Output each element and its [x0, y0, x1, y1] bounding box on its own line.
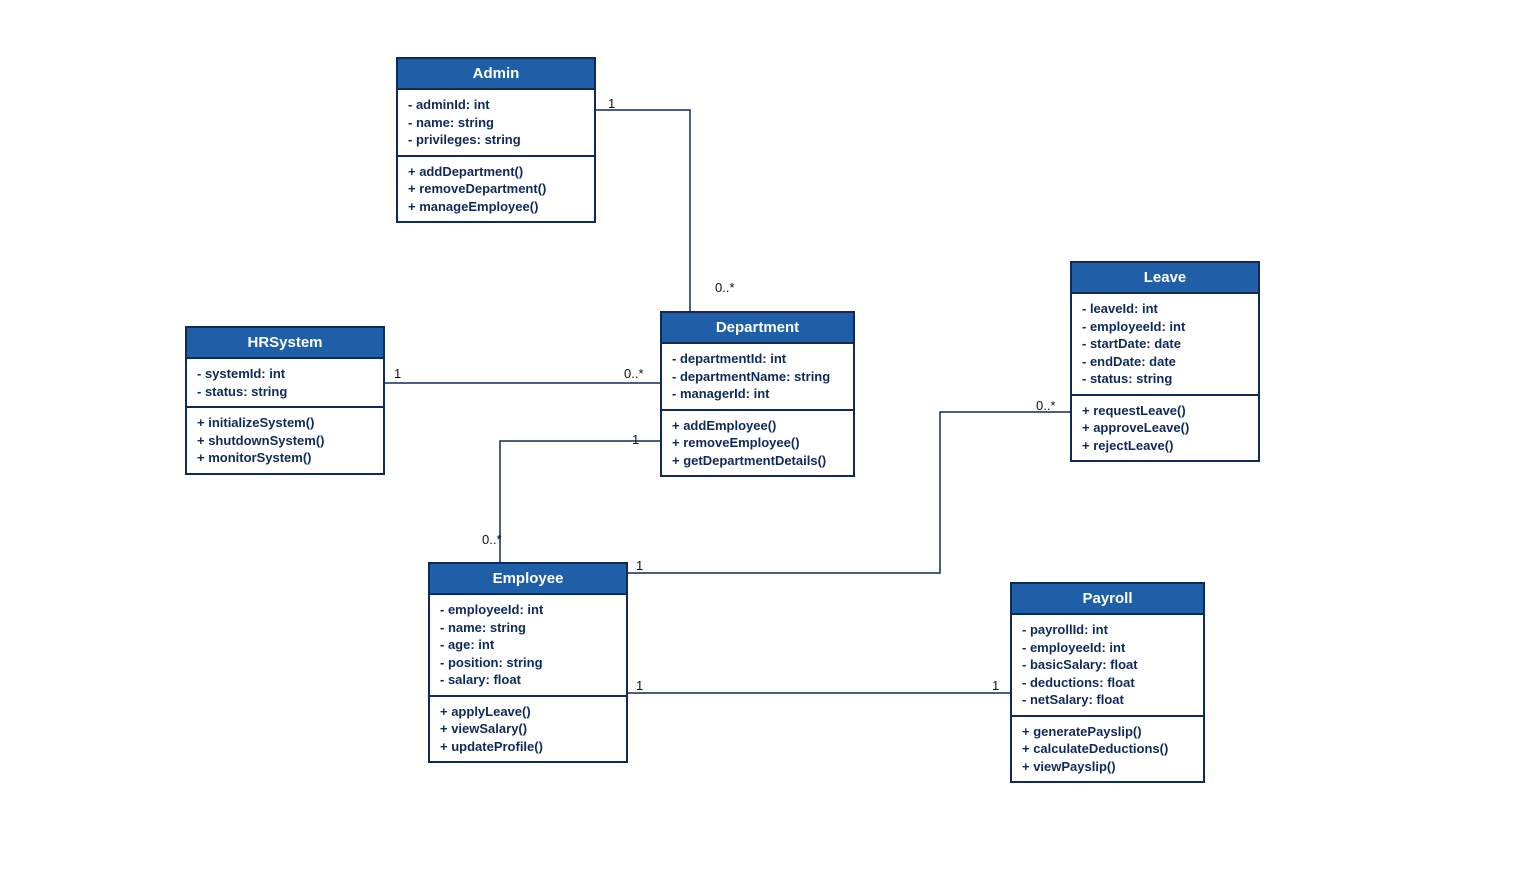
class-attributes: - leaveId: int - employeeId: int - start…	[1072, 294, 1258, 394]
attr: - departmentName: string	[672, 368, 843, 386]
mult-hr-1: 1	[394, 366, 401, 381]
method: + calculateDeductions()	[1022, 740, 1193, 758]
attr: - employeeId: int	[1082, 318, 1248, 336]
attr: - payrollId: int	[1022, 621, 1193, 639]
attr: - name: string	[440, 619, 616, 637]
attr: - employeeId: int	[440, 601, 616, 619]
attr: - endDate: date	[1082, 353, 1248, 371]
method: + viewSalary()	[440, 720, 616, 738]
class-attributes: - systemId: int - status: string	[187, 359, 383, 406]
mult-dept-1: 1	[632, 432, 639, 447]
method: + removeDepartment()	[408, 180, 584, 198]
class-attributes: - adminId: int - name: string - privileg…	[398, 90, 594, 155]
method: + generatePayslip()	[1022, 723, 1193, 741]
attr: - startDate: date	[1082, 335, 1248, 353]
attr: - age: int	[440, 636, 616, 654]
attr: - status: string	[197, 383, 373, 401]
method: + removeEmployee()	[672, 434, 843, 452]
attr: - salary: float	[440, 671, 616, 689]
attr: - managerId: int	[672, 385, 843, 403]
attr: - name: string	[408, 114, 584, 132]
mult-admin-1: 1	[608, 96, 615, 111]
class-department: Department - departmentId: int - departm…	[660, 311, 855, 477]
class-title: Admin	[398, 59, 594, 90]
method: + addEmployee()	[672, 417, 843, 435]
class-methods: + requestLeave() + approveLeave() + reje…	[1072, 394, 1258, 461]
attr: - employeeId: int	[1022, 639, 1193, 657]
class-admin: Admin - adminId: int - name: string - pr…	[396, 57, 596, 223]
method: + manageEmployee()	[408, 198, 584, 216]
mult-hr-n: 0..*	[624, 366, 644, 381]
mult-emp-leave-n: 0..*	[1036, 398, 1056, 413]
method: + getDepartmentDetails()	[672, 452, 843, 470]
class-methods: + applyLeave() + viewSalary() + updatePr…	[430, 695, 626, 762]
mult-emp-leave-1: 1	[636, 558, 643, 573]
class-attributes: - employeeId: int - name: string - age: …	[430, 595, 626, 695]
attr: - adminId: int	[408, 96, 584, 114]
attr: - netSalary: float	[1022, 691, 1193, 709]
class-methods: + initializeSystem() + shutdownSystem() …	[187, 406, 383, 473]
class-hrsystem: HRSystem - systemId: int - status: strin…	[185, 326, 385, 475]
method: + requestLeave()	[1082, 402, 1248, 420]
method: + rejectLeave()	[1082, 437, 1248, 455]
method: + monitorSystem()	[197, 449, 373, 467]
method: + updateProfile()	[440, 738, 616, 756]
class-methods: + generatePayslip() + calculateDeduction…	[1012, 715, 1203, 782]
method: + shutdownSystem()	[197, 432, 373, 450]
method: + addDepartment()	[408, 163, 584, 181]
attr: - privileges: string	[408, 131, 584, 149]
mult-emp-payroll-a: 1	[636, 678, 643, 693]
attr: - position: string	[440, 654, 616, 672]
attr: - systemId: int	[197, 365, 373, 383]
class-methods: + addEmployee() + removeEmployee() + get…	[662, 409, 853, 476]
attr: - status: string	[1082, 370, 1248, 388]
mult-dept-n: 0..*	[482, 532, 502, 547]
method: + approveLeave()	[1082, 419, 1248, 437]
mult-admin-n: 0..*	[715, 280, 735, 295]
class-employee: Employee - employeeId: int - name: strin…	[428, 562, 628, 763]
class-attributes: - departmentId: int - departmentName: st…	[662, 344, 853, 409]
class-title: Employee	[430, 564, 626, 595]
class-title: Leave	[1072, 263, 1258, 294]
method: + initializeSystem()	[197, 414, 373, 432]
class-title: Department	[662, 313, 853, 344]
class-leave: Leave - leaveId: int - employeeId: int -…	[1070, 261, 1260, 462]
class-methods: + addDepartment() + removeDepartment() +…	[398, 155, 594, 222]
attr: - basicSalary: float	[1022, 656, 1193, 674]
class-title: Payroll	[1012, 584, 1203, 615]
mult-emp-payroll-b: 1	[992, 678, 999, 693]
method: + viewPayslip()	[1022, 758, 1193, 776]
class-payroll: Payroll - payrollId: int - employeeId: i…	[1010, 582, 1205, 783]
method: + applyLeave()	[440, 703, 616, 721]
attr: - deductions: float	[1022, 674, 1193, 692]
attr: - departmentId: int	[672, 350, 843, 368]
attr: - leaveId: int	[1082, 300, 1248, 318]
class-title: HRSystem	[187, 328, 383, 359]
uml-canvas: Admin - adminId: int - name: string - pr…	[0, 0, 1516, 872]
class-attributes: - payrollId: int - employeeId: int - bas…	[1012, 615, 1203, 715]
